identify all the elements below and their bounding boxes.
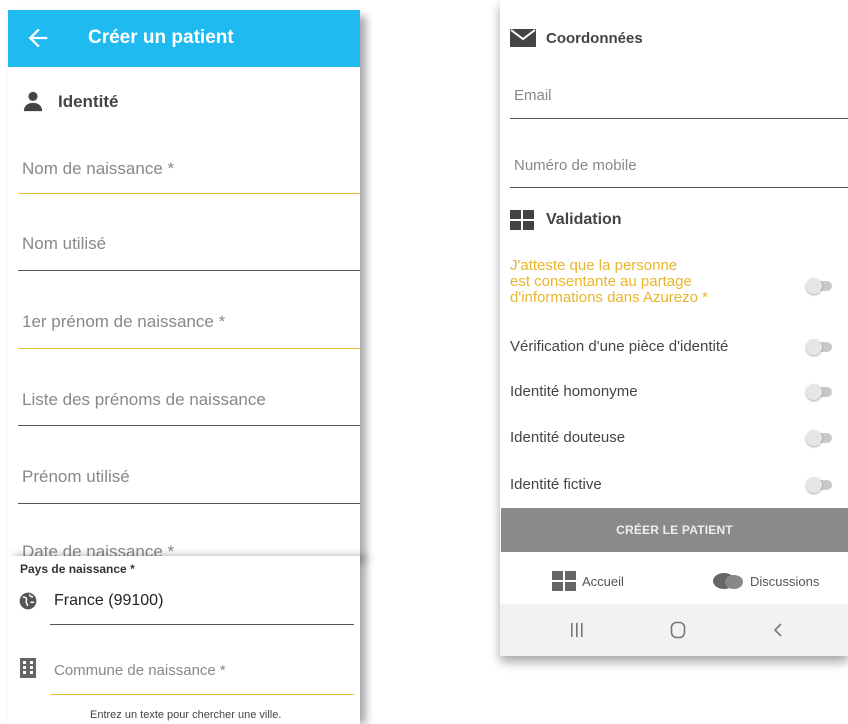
app-bar: Créer un patient (8, 10, 360, 67)
id-check-toggle[interactable] (806, 339, 832, 355)
back-arrow-icon[interactable] (24, 24, 52, 52)
home-circle-icon[interactable] (670, 621, 686, 639)
identity-section-title: Identité (58, 92, 119, 111)
nav-discussions[interactable]: Discussions (712, 570, 842, 594)
birth-name-underline (18, 193, 360, 194)
consent-label: J'atteste que la personne est consentant… (510, 258, 780, 306)
birth-date-input[interactable]: Date de naissance * (22, 542, 174, 556)
create-patient-button[interactable]: CRÉER LE PATIENT (501, 508, 848, 552)
contact-section-title: Coordonnées (546, 30, 643, 47)
used-firstname-input[interactable]: Prénom utilisé (22, 467, 130, 487)
first-birth-firstname-underline (18, 348, 360, 349)
back-chevron-icon[interactable] (772, 622, 784, 638)
system-nav-bar (500, 604, 848, 656)
birth-place-panel: Pays de naissance * France (99100) Commu… (8, 556, 360, 724)
validation-section-title: Validation (546, 211, 622, 228)
birth-firstnames-list-input[interactable]: Liste des prénoms de naissance (22, 390, 266, 410)
grid-icon (510, 210, 534, 230)
nav-home-label: Accueil (582, 574, 624, 589)
consent-toggle[interactable] (806, 278, 832, 294)
birth-firstnames-list-underline (18, 425, 360, 426)
used-name-underline (18, 270, 360, 271)
nav-home[interactable]: Accueil (550, 570, 670, 594)
mobile-underline (510, 187, 848, 188)
envelope-icon (510, 29, 536, 47)
birth-country-label: Pays de naissance * (20, 562, 135, 576)
consent-line-2: est consentante au partage (510, 273, 692, 290)
nav-discussions-label: Discussions (750, 574, 820, 589)
chat-bubbles-icon (713, 573, 743, 589)
page-title: Créer un patient (88, 27, 234, 48)
birth-country-underline (50, 624, 354, 625)
doubtful-label: Identité douteuse (510, 429, 626, 446)
person-icon (23, 91, 43, 112)
building-icon (20, 658, 36, 678)
id-check-label: Vérification d'une pièce d'identité (510, 338, 729, 355)
email-underline (510, 118, 848, 119)
birth-country-select[interactable]: France (99100) (54, 592, 163, 610)
contact-validation-panel: Coordonnées Email Numéro de mobile Valid… (500, 0, 848, 656)
create-patient-form-panel: Créer un patient Identité Nom de naissan… (8, 10, 360, 556)
birth-city-input[interactable]: Commune de naissance * (54, 662, 226, 679)
grid-icon (552, 571, 576, 591)
globe-icon (19, 592, 37, 610)
used-firstname-underline (18, 503, 360, 504)
mobile-input[interactable]: Numéro de mobile (514, 157, 637, 174)
consent-line-3: d'informations dans Azurezo * (510, 289, 708, 306)
fictive-toggle[interactable] (806, 477, 832, 493)
birth-city-hint: Entrez un texte pour chercher une ville. (90, 709, 282, 721)
birth-name-input[interactable]: Nom de naissance * (22, 159, 174, 179)
birth-city-underline (50, 694, 354, 695)
email-input[interactable]: Email (514, 87, 552, 104)
used-name-input[interactable]: Nom utilisé (22, 234, 106, 254)
homonym-label: Identité homonyme (510, 383, 638, 400)
recent-apps-icon[interactable] (570, 622, 584, 638)
homonym-toggle[interactable] (806, 384, 832, 400)
first-birth-firstname-input[interactable]: 1er prénom de naissance * (22, 312, 225, 332)
doubtful-toggle[interactable] (806, 430, 832, 446)
fictive-label: Identité fictive (510, 476, 602, 493)
consent-line-1: J'atteste que la personne (510, 257, 678, 274)
